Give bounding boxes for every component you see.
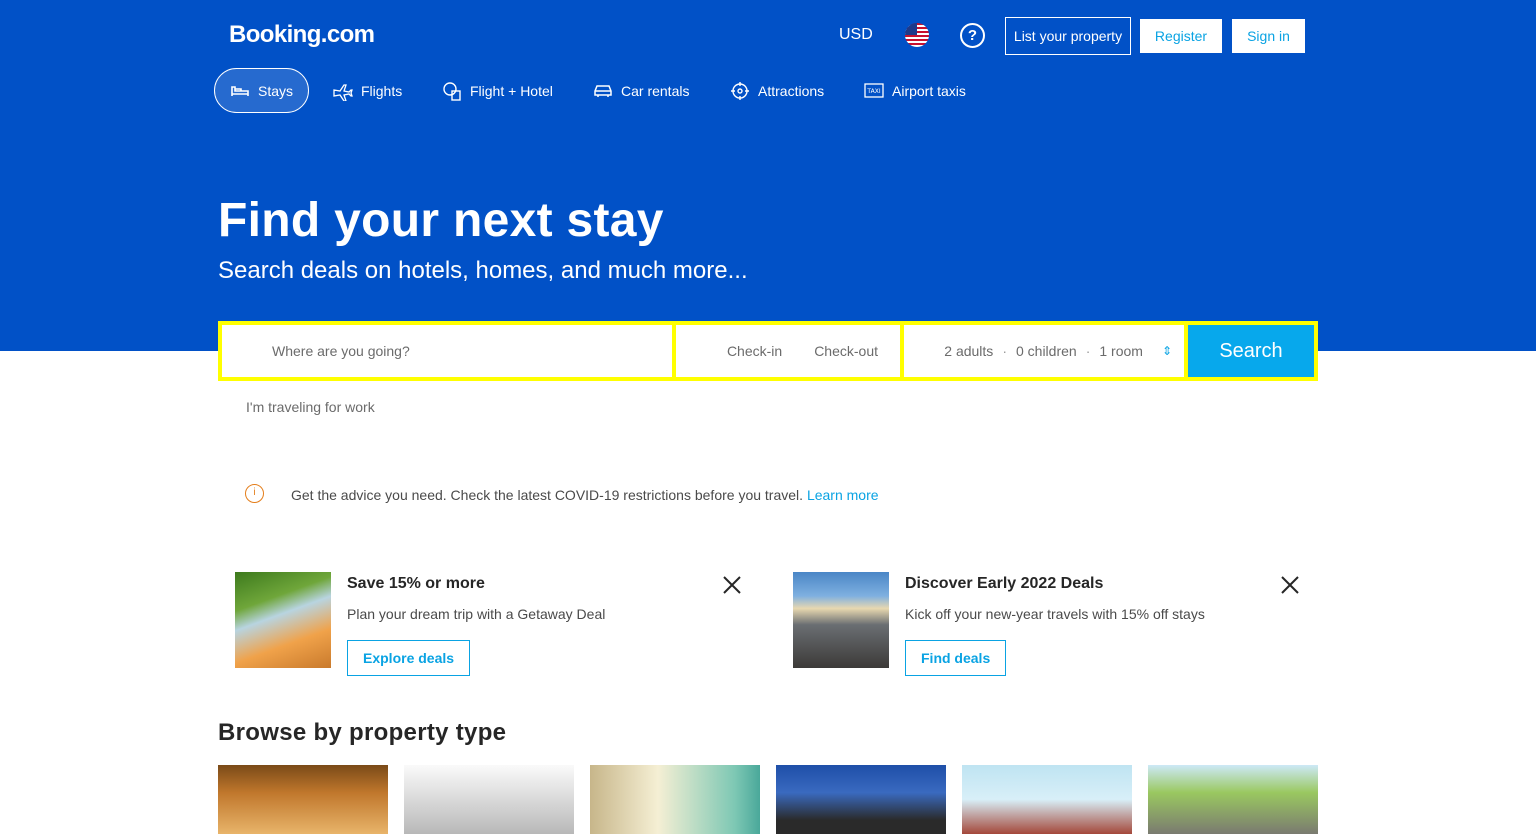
close-icon[interactable]: [721, 574, 743, 596]
tab-stays[interactable]: Stays: [214, 68, 310, 113]
tab-label: Attractions: [758, 82, 825, 99]
help-icon[interactable]: ?: [960, 23, 985, 48]
plane-hotel-icon: [443, 81, 461, 101]
property-type-card[interactable]: [218, 765, 388, 834]
check-in-label[interactable]: Check-in: [727, 343, 782, 359]
promo-card: Discover Early 2022 Deals Kick off your …: [793, 572, 1313, 682]
list-property-button[interactable]: List your property: [1005, 17, 1131, 55]
section-title: Browse by property type: [218, 719, 507, 746]
info-icon: i: [245, 484, 264, 503]
tab-flight-hotel[interactable]: Flight + Hotel: [442, 68, 553, 113]
tab-label: Flights: [361, 82, 403, 99]
attractions-icon: [731, 81, 749, 100]
tab-label: Airport taxis: [892, 82, 966, 99]
check-out-label[interactable]: Check-out: [814, 343, 878, 359]
covid-notice-text: Get the advice you need. Check the lates…: [291, 487, 804, 503]
close-icon[interactable]: [1279, 574, 1301, 596]
us-flag-icon[interactable]: [905, 23, 929, 47]
promo-image: [793, 572, 889, 668]
search-bar: Check-in Check-out 2 adults · 0 children…: [218, 321, 1318, 381]
separator-dot: ·: [1085, 343, 1091, 359]
tab-attractions[interactable]: Attractions: [730, 68, 824, 113]
currency-selector[interactable]: USD: [839, 26, 873, 44]
rooms-label: 1 room: [1099, 343, 1143, 359]
booking-logo[interactable]: Booking.com: [229, 21, 375, 49]
chevron-up-down-icon: ⇕: [1161, 344, 1172, 358]
destination-input[interactable]: [272, 343, 652, 359]
property-type-card[interactable]: [590, 765, 760, 834]
work-travel-checkbox[interactable]: I'm traveling for work: [246, 399, 375, 415]
bed-icon: [231, 85, 249, 96]
svg-text:TAXI: TAXI: [866, 88, 880, 95]
adults-label: 2 adults: [944, 343, 994, 359]
page-title: Find your next stay: [218, 194, 664, 247]
tab-label: Car rentals: [621, 82, 690, 99]
find-deals-button[interactable]: Find deals: [905, 640, 1007, 676]
register-button[interactable]: Register: [1139, 18, 1223, 54]
property-type-card[interactable]: [776, 765, 946, 834]
tab-flights[interactable]: Flights: [333, 68, 402, 113]
promo-description: Kick off your new-year travels with 15% …: [905, 606, 1205, 622]
property-type-card[interactable]: [962, 765, 1132, 834]
children-label: 0 children: [1015, 343, 1077, 359]
dates-field[interactable]: Check-in Check-out: [676, 325, 900, 377]
property-type-card[interactable]: [404, 765, 574, 834]
promo-title: Save 15% or more: [347, 575, 485, 592]
tab-airport-taxis[interactable]: TAXI Airport taxis: [864, 68, 966, 113]
plane-icon: [333, 83, 353, 101]
car-icon: [594, 84, 612, 97]
promo-description: Plan your dream trip with a Getaway Deal: [347, 606, 606, 622]
tab-label: Flight + Hotel: [470, 82, 553, 99]
separator-dot: ·: [1002, 343, 1007, 359]
taxi-icon: TAXI: [864, 82, 884, 98]
tab-label: Stays: [258, 82, 294, 99]
page-subtitle: Search deals on hotels, homes, and much …: [218, 257, 748, 284]
destination-field[interactable]: [222, 325, 672, 377]
promo-title: Discover Early 2022 Deals: [905, 575, 1104, 592]
promo-image: [235, 572, 331, 668]
property-type-card[interactable]: [1148, 765, 1318, 834]
explore-deals-button[interactable]: Explore deals: [347, 640, 471, 676]
guests-field[interactable]: 2 adults · 0 children · 1 room ⇕: [904, 325, 1184, 377]
search-button[interactable]: Search: [1188, 325, 1314, 377]
promo-card: Save 15% or more Plan your dream trip wi…: [235, 572, 755, 682]
covid-notice: Get the advice you need. Check the lates…: [291, 487, 879, 503]
learn-more-link[interactable]: Learn more: [807, 487, 879, 503]
sign-in-button[interactable]: Sign in: [1231, 18, 1306, 54]
tab-car-rentals[interactable]: Car rentals: [593, 68, 689, 113]
